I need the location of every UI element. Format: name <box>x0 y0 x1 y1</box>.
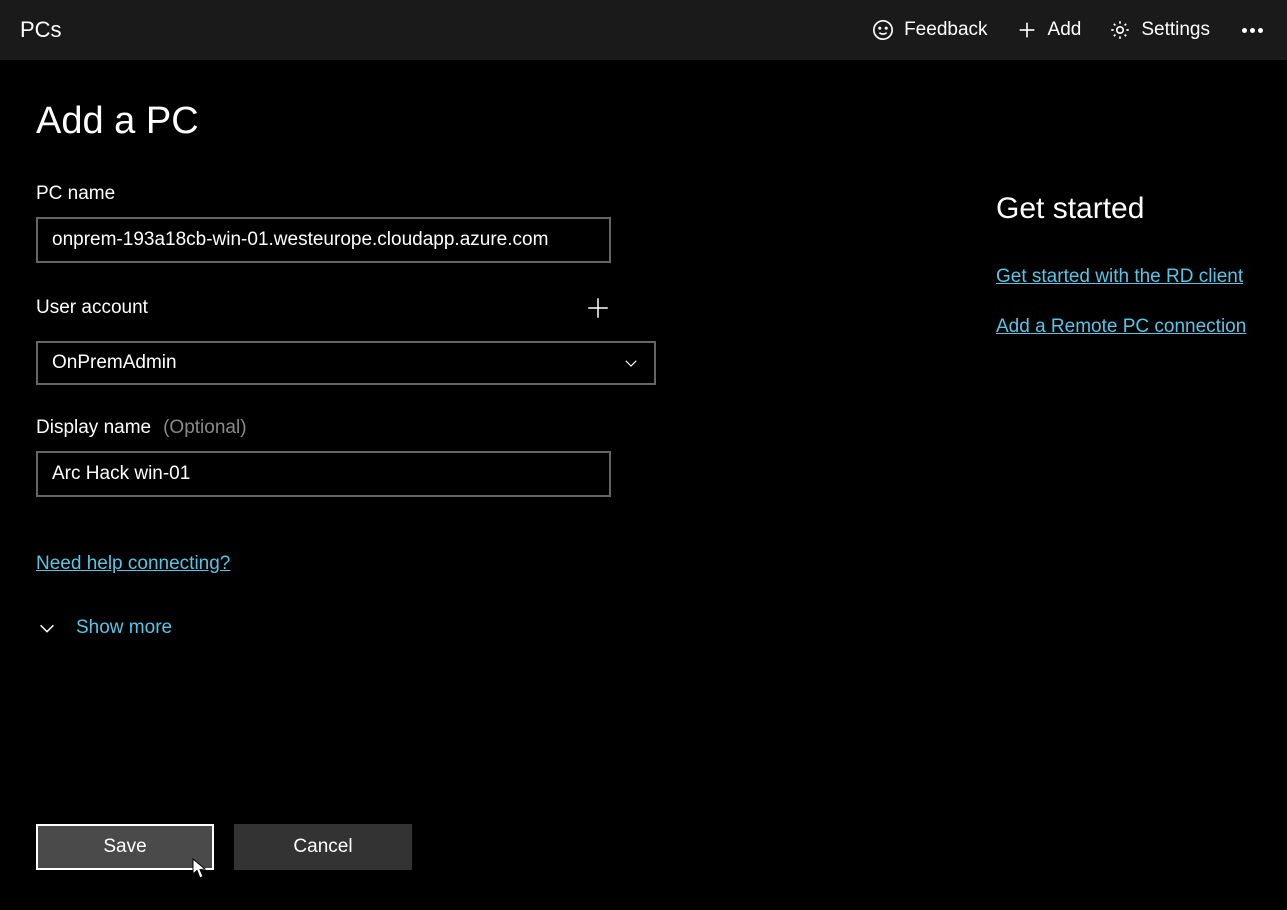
side-panel: Get started Get started with the RD clie… <box>736 100 1251 890</box>
page-title: Add a PC <box>36 100 656 143</box>
more-button[interactable] <box>1238 28 1267 33</box>
side-title: Get started <box>996 192 1251 226</box>
user-account-field: User account OnPremAdmin <box>36 295 656 385</box>
display-name-label: Display name <box>36 417 151 439</box>
feedback-button[interactable]: Feedback <box>872 19 987 41</box>
feedback-label: Feedback <box>904 19 987 41</box>
smiley-icon <box>872 19 894 41</box>
show-more-toggle[interactable]: Show more <box>36 617 656 639</box>
button-row: Save Cancel <box>36 824 656 890</box>
display-name-field: Display name (Optional) <box>36 417 656 497</box>
user-account-select[interactable]: OnPremAdmin <box>36 341 656 385</box>
dot-icon <box>1250 28 1255 33</box>
show-more-label: Show more <box>76 617 172 639</box>
main-form: Add a PC PC name User account OnPremAdmi… <box>36 100 656 890</box>
dot-icon <box>1258 28 1263 33</box>
plus-icon <box>1016 19 1038 41</box>
cancel-button[interactable]: Cancel <box>234 824 412 870</box>
user-account-value: OnPremAdmin <box>52 352 177 374</box>
chevron-down-icon <box>36 617 58 639</box>
add-user-account-icon[interactable] <box>585 295 611 321</box>
pc-name-input[interactable] <box>36 217 611 263</box>
add-button[interactable]: Add <box>1016 19 1082 41</box>
pc-name-label: PC name <box>36 183 656 205</box>
help-link[interactable]: Need help connecting? <box>36 553 656 575</box>
settings-button[interactable]: Settings <box>1109 19 1210 41</box>
add-label: Add <box>1048 19 1082 41</box>
display-name-optional: (Optional) <box>163 417 246 439</box>
pc-name-field: PC name <box>36 183 656 263</box>
add-remote-pc-link[interactable]: Add a Remote PC connection <box>996 316 1251 338</box>
save-button[interactable]: Save <box>36 824 214 870</box>
display-name-input[interactable] <box>36 451 611 497</box>
user-account-label: User account <box>36 297 148 319</box>
topbar: PCs Feedback Add Settings <box>0 0 1287 60</box>
gear-icon <box>1109 19 1131 41</box>
chevron-down-icon <box>622 354 640 372</box>
topbar-actions: Feedback Add Settings <box>872 19 1267 41</box>
settings-label: Settings <box>1141 19 1210 41</box>
get-started-link[interactable]: Get started with the RD client <box>996 266 1251 288</box>
topbar-title: PCs <box>20 17 62 43</box>
content: Add a PC PC name User account OnPremAdmi… <box>0 60 1287 910</box>
dot-icon <box>1242 28 1247 33</box>
